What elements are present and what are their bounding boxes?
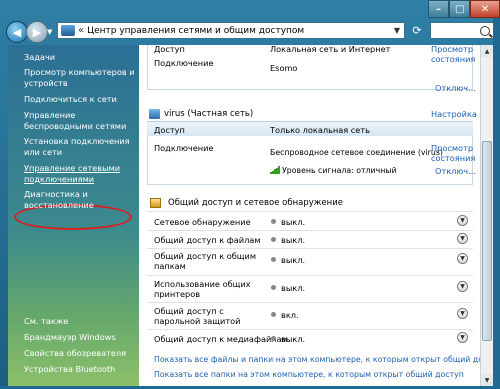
address-text[interactable]: Центр управления сетями и общим доступом [87, 26, 304, 36]
network2-access-label: Доступ [154, 125, 185, 135]
network2-access-value: Только локальная сеть [270, 125, 370, 135]
expand-chevron-icon[interactable]: ▼ [457, 281, 468, 292]
sharing-label: Общий доступ с парольной защитой [154, 306, 241, 326]
task-pane: Задачи Просмотр компьютеров и устройств … [8, 45, 139, 386]
toolbar: ◀ ▶ ▼ « Центр управления сетями и общим … [0, 18, 500, 44]
scroll-down-icon[interactable]: ▼ [481, 374, 493, 386]
forward-button[interactable]: ▶ [26, 21, 48, 43]
sharing-icon [150, 198, 161, 208]
address-dropdown-icon[interactable]: ▼ [390, 23, 404, 38]
expand-chevron-icon[interactable]: ▼ [457, 233, 468, 244]
task-link-view-computers[interactable]: Просмотр компьютеров и устройств [24, 67, 136, 88]
window-controls: – □ ✕ [428, 0, 500, 18]
expand-chevron-icon[interactable]: ▼ [457, 215, 468, 226]
search-icon [480, 25, 490, 36]
sharing-value: выкл. [281, 235, 306, 245]
expand-chevron-icon[interactable]: ▼ [457, 332, 468, 343]
refresh-icon[interactable]: ⟳ [408, 22, 426, 39]
sharing-value: выкл. [281, 334, 306, 344]
sharing-value: вкл. [281, 310, 299, 320]
minimize-button[interactable]: – [428, 0, 450, 18]
sharing-label: Сетевое обнаружение [154, 217, 251, 227]
network-icon [149, 109, 160, 119]
task-link-connect[interactable]: Подключиться к сети [24, 94, 136, 105]
status-dot-icon [271, 237, 276, 242]
network1-disconnect-link[interactable]: Отключ... [435, 83, 476, 93]
window: – □ ✕ ◀ ▶ ▼ « Центр управления сетями и … [0, 0, 500, 389]
sharing-divider [147, 211, 473, 212]
back-button[interactable]: ◀ [6, 21, 28, 43]
sharing-label: Общий доступ к общим папкам [154, 251, 257, 271]
row-divider [147, 248, 473, 249]
close-button[interactable]: ✕ [470, 0, 500, 18]
sharing-label: Общий доступ к медиафайлам [154, 334, 288, 344]
network2-signal: Уровень сигнала: отличный [282, 166, 397, 175]
see-also-bluetooth[interactable]: Устройства Bluetooth [24, 364, 136, 375]
sharing-value: выкл. [281, 255, 306, 265]
arrow-left-icon: ◀ [12, 25, 22, 39]
sharing-title: Общий доступ и сетевое обнаружение [168, 198, 343, 208]
scroll-up-icon[interactable]: ▲ [481, 45, 493, 57]
expand-chevron-icon[interactable]: ▼ [457, 308, 468, 319]
network1-access-value: Локальная сеть и Интернет [270, 45, 391, 54]
sharing-label: Использование общих принтеров [154, 279, 251, 299]
network-center-icon [61, 25, 75, 36]
network1-view-status-link[interactable]: Просмотр состояния [431, 45, 475, 64]
network1-access-label: Доступ [154, 45, 185, 54]
see-also-firewall[interactable]: Брандмауэр Windows [24, 332, 136, 343]
network2-connection-value: Беспроводное сетевое соединение (virus) [270, 148, 443, 157]
address-bar[interactable]: « Центр управления сетями и общим доступ… [57, 22, 405, 39]
network2-view-status-link[interactable]: Просмотр состояния [431, 143, 475, 163]
tasks-title: Задачи [24, 52, 56, 62]
network2-disconnect-link[interactable]: Отключ... [435, 166, 476, 176]
window-frame-right [493, 18, 500, 389]
sharing-value: выкл. [281, 283, 306, 293]
arrow-right-icon: ▶ [32, 25, 42, 39]
network1-connection-label: Подключение [154, 58, 214, 68]
vertical-scrollbar[interactable]: ▲ ▼ [480, 45, 493, 386]
see-also-title: См. также [24, 316, 69, 326]
row-divider [147, 230, 473, 231]
scrollbar-thumb[interactable] [482, 141, 492, 341]
network1-connection-value: Esomo [270, 63, 298, 73]
status-dot-icon [271, 312, 276, 317]
status-dot-icon [271, 336, 276, 341]
main-content: Доступ Локальная сеть и Интернет Подключ… [139, 45, 480, 386]
task-link-setup-connection[interactable]: Установка подключения или сети [24, 136, 136, 157]
task-link-diagnose[interactable]: Диагностика и восстановление [24, 189, 136, 210]
search-input[interactable] [430, 22, 494, 39]
network2-configure-link[interactable]: Настройка [431, 109, 477, 119]
sharing-value: выкл. [281, 217, 306, 227]
status-dot-icon [271, 285, 276, 290]
network2-connection-label: Подключение [154, 143, 214, 153]
sharing-label: Общий доступ к файлам [154, 235, 261, 245]
row-divider [147, 329, 473, 330]
expand-chevron-icon[interactable]: ▼ [457, 253, 468, 264]
see-also-internet-options[interactable]: Свойства обозревателя [24, 348, 136, 359]
show-shared-folders-link[interactable]: Показать все папки на этом компьютере, к… [154, 370, 464, 380]
status-dot-icon [271, 257, 276, 262]
breadcrumb-separator-icon[interactable]: « [78, 25, 84, 36]
maximize-button[interactable]: □ [449, 0, 471, 18]
history-dropdown-icon[interactable]: ▼ [47, 28, 52, 36]
task-link-manage-connections[interactable]: Управление сетевыми подключениями [24, 163, 136, 184]
status-dot-icon [271, 219, 276, 224]
show-shared-files-link[interactable]: Показать все файлы и папки на этом компь… [154, 355, 480, 365]
row-divider [147, 275, 473, 276]
row-divider [147, 302, 473, 303]
task-link-wireless[interactable]: Управление беспроводными сетями [24, 110, 136, 131]
network2-name: virus (Частная сеть) [164, 109, 254, 119]
signal-strength-icon [270, 166, 280, 174]
